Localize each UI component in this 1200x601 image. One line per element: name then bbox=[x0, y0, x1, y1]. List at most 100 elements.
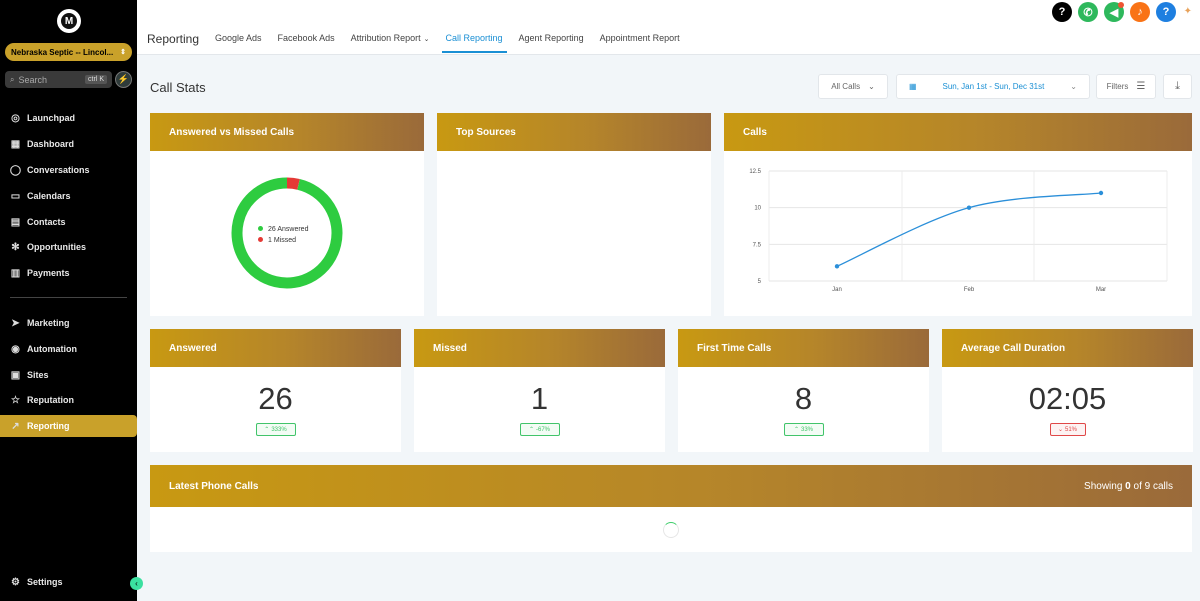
delta-badge: ⌃ 33% bbox=[783, 423, 824, 436]
y-tick-label: 10 bbox=[754, 206, 761, 212]
report-tabs: Google Ads Facebook Ads Attribution Report… bbox=[215, 33, 696, 53]
contacts-icon: ▤ bbox=[10, 216, 21, 228]
legend-missed: 1 Missed bbox=[258, 235, 308, 246]
quick-actions-bolt-icon[interactable]: ⚡ bbox=[115, 71, 132, 88]
page-title: Call Stats bbox=[150, 80, 206, 95]
calendar-icon: ▭ bbox=[10, 190, 21, 202]
answered-vs-missed-card: Answered vs Missed Calls bbox=[150, 113, 424, 316]
sidebar-item-settings[interactable]: ⚙ Settings bbox=[0, 571, 137, 593]
payments-icon: ▥ bbox=[10, 267, 21, 279]
sparkle-icon[interactable]: ✦ bbox=[1184, 6, 1192, 17]
collapse-sidebar-icon[interactable]: ‹ bbox=[130, 577, 143, 590]
sidebar-item-sites[interactable]: ▣ Sites bbox=[0, 364, 137, 386]
sidebar-item-marketing[interactable]: ➤ Marketing bbox=[0, 312, 137, 334]
calls-chart-card: Calls 12.5 10 7.5 5 Jan Feb Mar bbox=[724, 113, 1192, 316]
tab-label: Google Ads bbox=[215, 33, 262, 43]
top-icon-group: ? ✆ ◀ ♪? bbox=[1052, 2, 1176, 22]
card-title: Calls bbox=[743, 126, 767, 138]
bell-icon[interactable]: ♪ bbox=[1130, 2, 1150, 22]
network-icon: ✻ bbox=[11, 241, 20, 253]
showing-total: 9 calls bbox=[1144, 480, 1173, 492]
tab-agent-reporting[interactable]: Agent Reporting bbox=[519, 33, 584, 53]
card-title: Answered bbox=[169, 342, 217, 354]
sidebar-item-contacts[interactable]: ▤ Contacts bbox=[0, 211, 137, 233]
logo-mark: M bbox=[61, 13, 77, 29]
filters-label: Filters bbox=[1106, 82, 1129, 91]
sidebar-item-label: Marketing bbox=[27, 318, 70, 328]
stat-card-average-call-duration: Average Call Duration 02:05 ⌄ 51% bbox=[942, 329, 1193, 452]
sidebar-item-label: Payments bbox=[27, 268, 70, 278]
sidebar-item-opportunities[interactable]: ✻ Opportunities bbox=[0, 236, 137, 258]
logo-icon[interactable]: M bbox=[57, 9, 81, 33]
calls-line-chart: 12.5 10 7.5 5 Jan Feb Mar bbox=[749, 169, 1168, 293]
tab-call-reporting[interactable]: Call Reporting bbox=[441, 33, 507, 53]
sidebar-item-launchpad[interactable]: ◎ Launchpad bbox=[0, 107, 137, 129]
help-dark-icon[interactable]: ? bbox=[1052, 2, 1072, 22]
megaphone-icon[interactable]: ◀ bbox=[1104, 2, 1124, 22]
card-header: Answered bbox=[150, 329, 401, 367]
showing-count: Showing 0 of 9 calls bbox=[1084, 481, 1173, 492]
caret-up-icon: ⌃ bbox=[264, 427, 270, 433]
account-name: Nebraska Septic -- Lincol... bbox=[11, 47, 114, 57]
card-title: Answered vs Missed Calls bbox=[169, 126, 295, 138]
rocket-icon: ◎ bbox=[11, 112, 20, 124]
x-tick-label: Mar bbox=[1096, 287, 1106, 293]
sidebar-item-automation[interactable]: ◉ Automation bbox=[0, 338, 137, 360]
tab-attribution-report[interactable]: Attribution Report ⌄ bbox=[351, 33, 430, 53]
sidebar-item-reporting[interactable]: ↗ Reporting bbox=[0, 415, 137, 437]
trend-icon: ↗ bbox=[11, 420, 20, 432]
page-section-title: Reporting bbox=[147, 32, 200, 46]
date-range-picker[interactable]: ▦ Sun, Jan 1st - Sun, Dec 31st ⌄ bbox=[896, 74, 1090, 99]
download-button[interactable]: ⤓ bbox=[1163, 74, 1192, 99]
legend-label: 26 Answered bbox=[268, 226, 309, 233]
sidebar-item-dashboard[interactable]: ▦ Dashboard bbox=[0, 133, 137, 155]
sidebar-item-label: Automation bbox=[27, 344, 77, 354]
date-range-value: Sun, Jan 1st - Sun, Dec 31st bbox=[942, 82, 1045, 91]
chevron-down-icon: ⌄ bbox=[868, 82, 875, 91]
data-point[interactable] bbox=[1098, 190, 1104, 196]
delta-badge: ⌃ 333% bbox=[255, 423, 296, 436]
sidebar-item-label: Dashboard bbox=[27, 139, 75, 149]
y-tick-label: 5 bbox=[758, 279, 762, 285]
sidebar-item-label: Contacts bbox=[27, 217, 66, 227]
showing-prefix: Showing bbox=[1084, 480, 1123, 492]
search-shortcut: ctrl K bbox=[85, 75, 107, 84]
stat-value: 02:05 bbox=[1028, 381, 1107, 416]
calls-filter-dropdown[interactable]: All Calls ⌄ bbox=[818, 74, 888, 99]
sidebar: M Nebraska Septic -- Lincol... ⇕ ⌕ Searc… bbox=[0, 0, 137, 601]
help-blue-icon[interactable]: ? bbox=[1156, 2, 1176, 22]
showing-current: 0 bbox=[1125, 480, 1131, 492]
phone-icon[interactable]: ✆ bbox=[1078, 2, 1098, 22]
tab-label: Attribution Report bbox=[350, 33, 421, 43]
top-sources-card: Top Sources bbox=[437, 113, 711, 316]
loading-spinner bbox=[663, 522, 679, 538]
tab-label: Call Reporting bbox=[445, 33, 503, 43]
y-tick-label: 12.5 bbox=[749, 169, 761, 175]
tab-appointment-report[interactable]: Appointment Report bbox=[600, 33, 680, 53]
sidebar-item-reputation[interactable]: ☆ Reputation bbox=[0, 389, 137, 411]
account-switcher[interactable]: Nebraska Septic -- Lincol... ⇕ bbox=[5, 43, 132, 61]
sidebar-item-payments[interactable]: ▥ Payments bbox=[0, 262, 137, 284]
sidebar-search[interactable]: ⌕ Search ctrl K bbox=[5, 71, 112, 88]
sidebar-item-calendars[interactable]: ▭ Calendars bbox=[0, 185, 137, 207]
data-point[interactable] bbox=[834, 264, 840, 269]
delta-value: 333% bbox=[271, 426, 287, 433]
data-point[interactable] bbox=[966, 205, 972, 210]
sidebar-item-conversations[interactable]: ◯ Conversations bbox=[0, 159, 137, 181]
card-title: Average Call Duration bbox=[961, 342, 1066, 354]
chat-icon: ◯ bbox=[9, 164, 22, 176]
sidebar-item-label: Sites bbox=[27, 370, 49, 380]
search-placeholder: Search bbox=[18, 74, 48, 85]
sidebar-item-label: Settings bbox=[27, 577, 63, 587]
tab-google-ads[interactable]: Google Ads bbox=[215, 33, 262, 53]
filters-button[interactable]: Filters ☰ bbox=[1096, 74, 1156, 99]
caret-down-icon: ⌄ bbox=[1057, 427, 1063, 433]
calendar-icon: ▦ bbox=[909, 82, 917, 91]
tab-facebook-ads[interactable]: Facebook Ads bbox=[278, 33, 335, 53]
automation-icon: ◉ bbox=[11, 343, 20, 355]
tab-label: Appointment Report bbox=[599, 33, 680, 43]
chevron-down-icon: ⌄ bbox=[1070, 82, 1077, 91]
x-tick-label: Jan bbox=[832, 287, 842, 293]
latest-phone-calls-card: Latest Phone Calls Showing 0 of 9 calls bbox=[150, 465, 1192, 552]
delta-value: -67% bbox=[536, 426, 551, 433]
